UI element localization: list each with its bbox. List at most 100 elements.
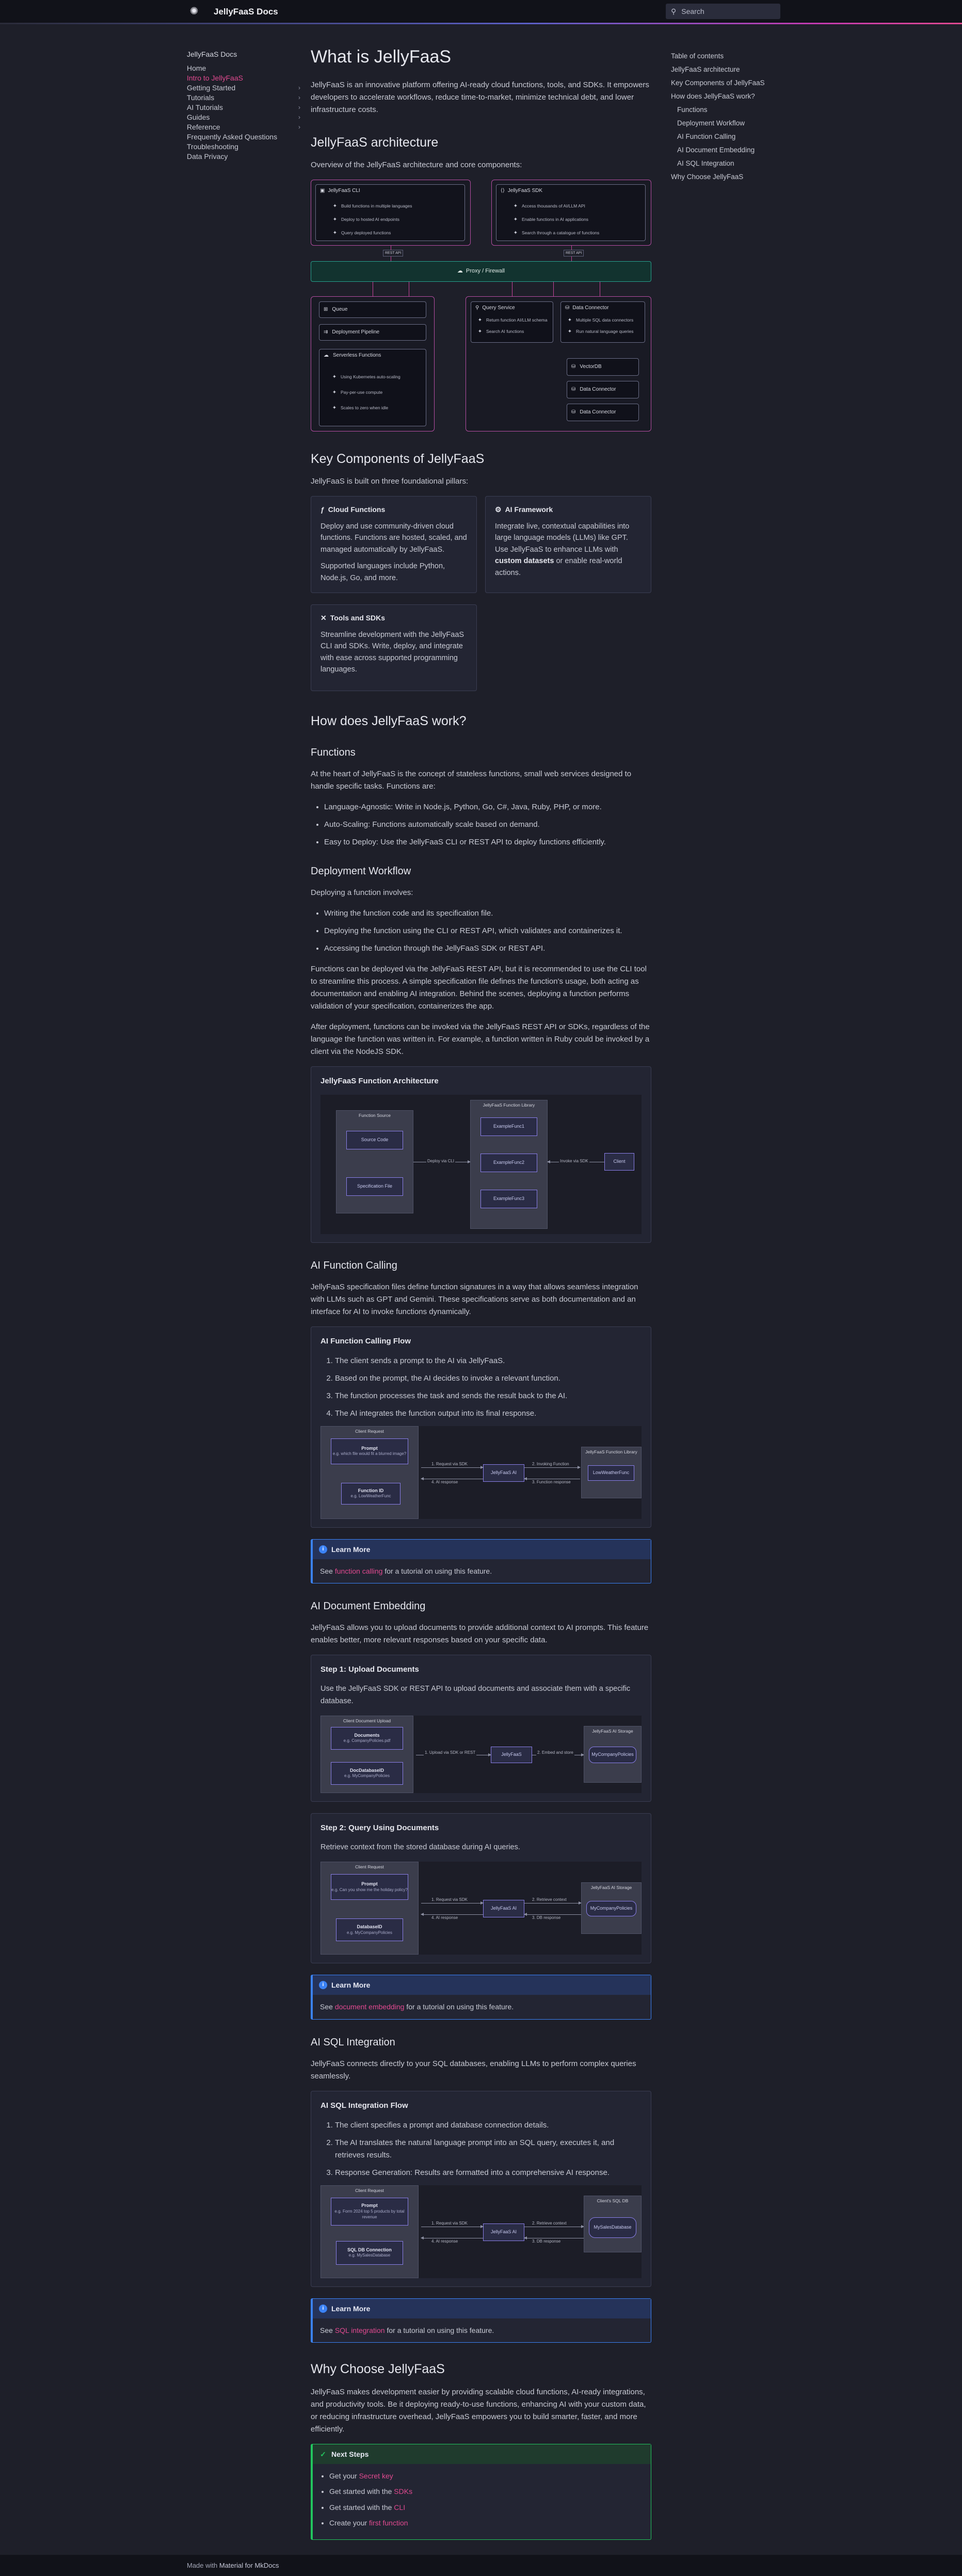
nav-item-reference[interactable]: Reference › xyxy=(187,122,300,132)
sdk-item-text: Enable functions in AI applications xyxy=(522,217,589,222)
nav-item-label: Tutorials xyxy=(187,93,215,102)
header-gradient-bar xyxy=(0,23,962,24)
aifc-diagram: Client Request Prompt e.g. which file wou… xyxy=(320,1426,642,1519)
card-text-bold: custom datasets xyxy=(495,557,554,566)
serverless-item-text: Scales to zero when idle xyxy=(341,405,389,411)
toc-item[interactable]: Deployment Workflow xyxy=(671,117,784,130)
box-subtitle: e.g. Form 2024 top 5 products by total r… xyxy=(334,2209,405,2219)
step-text: Retrieve context from the stored databas… xyxy=(320,1843,520,1851)
subheading-ai-sql-integration: AI SQL Integration xyxy=(311,2036,395,2048)
diagram-title: JellyFaaS Function Architecture xyxy=(320,1076,439,1085)
nav-item-troubleshooting[interactable]: Troubleshooting xyxy=(187,142,300,152)
search-placeholder: Search xyxy=(681,7,704,15)
rest-api-tag: REST API xyxy=(383,250,404,257)
nav-title: JellyFaaS Docs xyxy=(187,50,237,58)
queue-label: Queue xyxy=(332,307,348,313)
arrow-label: 3. DB response xyxy=(532,2238,561,2244)
nav-item-data-privacy[interactable]: Data Privacy xyxy=(187,152,300,162)
toc-item[interactable]: AI Document Embedding xyxy=(671,143,784,157)
page-footer: Made with Material for MkDocs xyxy=(0,2555,962,2576)
jellyfaas-box: JellyFaaS xyxy=(491,1746,532,1763)
section-heading-architecture: JellyFaaS architecture xyxy=(311,135,439,150)
query-item-text: Search AI functions xyxy=(486,329,524,334)
card-title: ƒ Cloud Functions xyxy=(320,504,467,515)
spec-file-box: Specification File xyxy=(346,1177,403,1196)
arrow-label: 4. AI response xyxy=(431,2238,458,2244)
nav-item-faq[interactable]: Frequently Asked Questions xyxy=(187,132,300,142)
first-function-link[interactable]: first function xyxy=(369,2519,408,2527)
doc-database-box: DocDatabaseID e.g. MyCompanyPolicies xyxy=(331,1762,403,1785)
cli-link[interactable]: CLI xyxy=(394,2503,405,2511)
sdk-box: ⟨⟩ JellyFaaS SDK ✦ Access thousands of AI/… xyxy=(491,180,651,246)
admonition-title: Learn More xyxy=(331,2304,371,2313)
step-text: Use the JellyFaaS SDK or REST API to upl… xyxy=(320,1685,631,1705)
mkdocs-link[interactable]: Material for MkDocs xyxy=(219,2562,279,2569)
cli-item-text: Deploy to hosted AI endpoints xyxy=(341,217,399,222)
chevron-right-icon: › xyxy=(298,84,300,91)
cli-title: JellyFaaS CLI xyxy=(328,188,360,194)
list-item-text: Get started with the xyxy=(329,2503,394,2511)
next-steps-list: Get your Secret key Get started with the… xyxy=(329,2470,644,2529)
box-title: DatabaseID xyxy=(357,1924,382,1929)
nav-item-guides[interactable]: Guides › xyxy=(187,113,300,122)
query-item-text: Return function AI/LLM schema xyxy=(486,317,548,323)
toc-item[interactable]: How does JellyFaaS work? xyxy=(671,90,784,103)
list-item-text: Create your xyxy=(329,2519,370,2527)
box-subtitle: e.g. which file would fit a blurred imag… xyxy=(332,1451,407,1457)
embedding-upload-diagram: Client Document Upload Documents e.g. Com… xyxy=(320,1715,642,1793)
toc-item[interactable]: AI SQL Integration xyxy=(671,157,784,170)
toc-item[interactable]: AI Function Calling xyxy=(671,130,784,143)
group-caption: Client Request xyxy=(355,1428,384,1434)
toc-item[interactable]: Key Components of JellyFaaS xyxy=(671,76,784,90)
nav-item-tutorials[interactable]: Tutorials › xyxy=(187,93,300,103)
card-tools-sdks: ✕ Tools and SDKs Streamline development w… xyxy=(311,604,477,692)
function-architecture-diagram: Function Source Source Code Specificatio… xyxy=(320,1094,642,1234)
admonition-header: i Learn More xyxy=(313,1975,651,1995)
card-text: Supported languages include Python, Node… xyxy=(320,562,445,582)
site-title[interactable]: JellyFaaS Docs xyxy=(214,5,278,19)
query-item: ✦ Return function AI/LLM schema xyxy=(477,317,548,324)
nav-item-intro[interactable]: Intro to JellyFaaS xyxy=(187,73,300,83)
rocket-icon: ✦ xyxy=(567,328,572,334)
card-title-text: AI Framework xyxy=(505,505,553,514)
toc-item[interactable]: Functions xyxy=(671,103,784,117)
toc-item[interactable]: Why Choose JellyFaaS xyxy=(671,170,784,184)
data-connector-label: Data Connector xyxy=(572,305,609,311)
components-intro: JellyFaaS is built on three foundational… xyxy=(311,477,469,486)
nav-item-getting-started[interactable]: Getting Started › xyxy=(187,83,300,93)
card-title: ✕ Tools and SDKs xyxy=(320,612,467,623)
nav-item-ai-tutorials[interactable]: AI Tutorials › xyxy=(187,103,300,113)
sdks-link[interactable]: SDKs xyxy=(394,2487,412,2495)
info-icon: i xyxy=(319,1545,327,1554)
dc-item: ✦ Multiple SQL data connectors xyxy=(567,317,633,324)
admonition-text: See xyxy=(320,2003,335,2011)
admonition-text: for a tutorial on using this feature. xyxy=(404,2003,514,2011)
list-item: Get started with the SDKs xyxy=(329,2486,644,2497)
diagram-title: Step 2: Query Using Documents xyxy=(320,1823,439,1832)
sql-integration-frame: AI SQL Integration Flow The client speci… xyxy=(311,2090,651,2287)
toc-item[interactable]: JellyFaaS architecture xyxy=(671,63,784,76)
chevron-right-icon: › xyxy=(298,123,300,131)
document-embedding-link[interactable]: document embedding xyxy=(335,2003,405,2011)
page-title: What is JellyFaaS xyxy=(311,47,452,67)
list-item: The AI integrates the function output in… xyxy=(335,1407,642,1420)
admonition-text: See xyxy=(320,2326,335,2335)
data-connector-label: Data Connector xyxy=(580,409,616,415)
proxy-firewall: ☁ Proxy / Firewall xyxy=(311,261,651,282)
nav-item-home[interactable]: Home xyxy=(187,63,300,73)
documents-box: Documents e.g. CompanyPolicies.pdf xyxy=(331,1726,403,1750)
architecture-diagram: ▣ JellyFaaS CLI ✦ Build functions in multi… xyxy=(311,180,651,433)
function-calling-link[interactable]: function calling xyxy=(335,1567,383,1575)
sql-integration-link[interactable]: SQL integration xyxy=(335,2326,385,2334)
serverless-box: ☁ Serverless Functions xyxy=(319,349,426,427)
list-item: The client sends a prompt to the AI via … xyxy=(335,1355,642,1367)
secret-key-link[interactable]: Secret key xyxy=(359,2472,393,2480)
nav-item-label: Getting Started xyxy=(187,84,236,92)
card-text-part: Integrate live, contextual capabilities … xyxy=(495,522,630,554)
search-input[interactable]: ⚲ Search xyxy=(666,4,780,19)
client-box: Client xyxy=(604,1153,634,1171)
jellyfish-logo-icon[interactable]: ✺ xyxy=(188,5,200,18)
admonition-text: See xyxy=(320,1566,335,1575)
emb-intro: JellyFaaS allows you to upload documents… xyxy=(311,1623,649,1645)
list-item: Language-Agnostic: Write in Node.js, Pyt… xyxy=(324,801,651,813)
